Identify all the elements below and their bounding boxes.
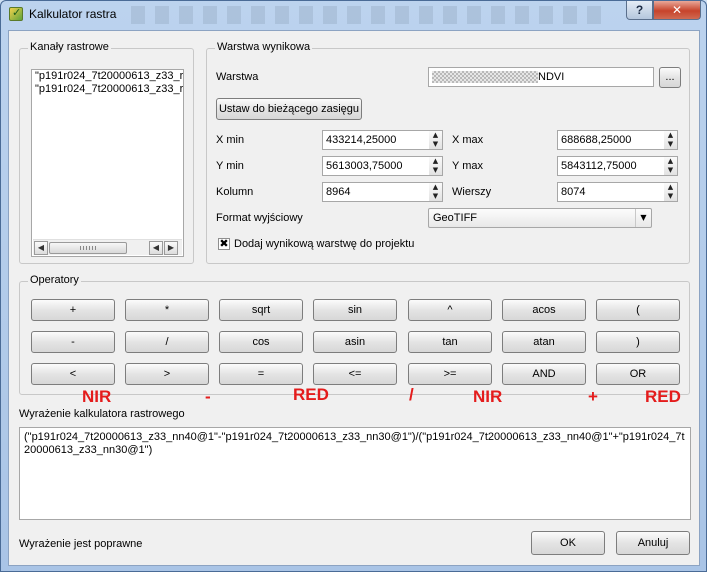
scroll-left-icon-2[interactable]: ◀: [149, 241, 163, 255]
add-to-project-label[interactable]: Dodaj wynikową warstwę do projektu: [234, 238, 414, 250]
columns-label: Kolumn: [216, 186, 254, 198]
op-less-button[interactable]: <: [31, 363, 115, 385]
window-title: Kalkulator rastra: [29, 7, 117, 21]
op-sqrt-button[interactable]: sqrt: [219, 299, 303, 321]
title-bar[interactable]: Kalkulator rastra ? ✕: [1, 1, 706, 29]
columns-arrows[interactable]: ▲ ▼: [429, 182, 443, 202]
op-or-button[interactable]: OR: [596, 363, 680, 385]
spin-up-icon[interactable]: ▲: [429, 183, 442, 192]
annotation-nir-2: NIR: [473, 387, 503, 406]
close-icon: ✕: [671, 3, 683, 17]
op-sin-button[interactable]: sin: [313, 299, 397, 321]
ymin-arrows[interactable]: ▲ ▼: [429, 156, 443, 176]
band-item-1[interactable]: "p191r024_7t20000613_z33_r: [32, 70, 183, 83]
add-to-project-checkbox[interactable]: ✖: [218, 238, 230, 250]
ymax-arrows[interactable]: ▲ ▼: [664, 156, 678, 176]
xmax-label: X max: [452, 134, 484, 146]
op-asin-button[interactable]: asin: [313, 331, 397, 353]
qgis-app-icon: [9, 6, 23, 21]
ymax-label: Y max: [452, 160, 483, 172]
ymax-value[interactable]: 5843112,75000: [557, 156, 665, 176]
ymin-value[interactable]: 5613003,75000: [322, 156, 430, 176]
spin-up-icon[interactable]: ▲: [664, 157, 677, 166]
help-button[interactable]: ?: [626, 1, 653, 20]
op-multiply-button[interactable]: *: [125, 299, 209, 321]
raster-bands-group: Kanały rastrowe "p191r024_7t20000613_z33…: [19, 41, 194, 264]
spin-down-icon[interactable]: ▼: [429, 140, 442, 149]
op-plus-button[interactable]: +: [31, 299, 115, 321]
annotation-nir-1: NIR: [82, 387, 112, 406]
output-layer-field[interactable]: NDVI: [428, 67, 654, 87]
spin-down-icon[interactable]: ▼: [664, 140, 677, 149]
help-icon: ?: [635, 3, 644, 17]
expression-label: Wyrażenie kalkulatora rastrowego: [19, 408, 185, 420]
scrollbar-thumb[interactable]: [49, 242, 127, 254]
spin-down-icon[interactable]: ▼: [664, 192, 677, 201]
expression-status: Wyrażenie jest poprawne: [19, 538, 143, 550]
output-layer-group: Warstwa wynikowa Warstwa NDVI ... Ustaw …: [206, 41, 690, 264]
annotation-plus: +: [588, 387, 598, 406]
spin-down-icon[interactable]: ▼: [429, 192, 442, 201]
dialog-body: Kanały rastrowe "p191r024_7t20000613_z33…: [8, 30, 700, 566]
ymin-label: Y min: [216, 160, 244, 172]
format-label: Format wyjściowy: [216, 212, 303, 224]
xmax-value[interactable]: 688688,25000: [557, 130, 665, 150]
cancel-button[interactable]: Anuluj: [616, 531, 690, 555]
output-layer-value: NDVI: [538, 71, 565, 83]
chevron-down-icon[interactable]: ▼: [635, 209, 651, 227]
annotation-minus: -: [205, 387, 211, 406]
close-button[interactable]: ✕: [653, 1, 701, 20]
op-divide-button[interactable]: /: [125, 331, 209, 353]
xmin-arrows[interactable]: ▲ ▼: [429, 130, 443, 150]
annotation-red-2: RED: [645, 387, 681, 406]
spin-up-icon[interactable]: ▲: [429, 131, 442, 140]
op-equal-button[interactable]: =: [219, 363, 303, 385]
annotation-divide: /: [409, 385, 414, 404]
output-layer-title: Warstwa wynikowa: [215, 41, 313, 53]
columns-value[interactable]: 8964: [322, 182, 430, 202]
op-and-button[interactable]: AND: [502, 363, 586, 385]
xmin-value[interactable]: 433214,25000: [322, 130, 430, 150]
op-open-paren-button[interactable]: (: [596, 299, 680, 321]
xmin-label: X min: [216, 134, 245, 146]
op-tan-button[interactable]: tan: [408, 331, 492, 353]
operators-group: Operatory + * sqrt sin ^ acos ( - / cos …: [19, 274, 690, 395]
op-less-equal-button[interactable]: <=: [313, 363, 397, 385]
scroll-left-icon[interactable]: ◀: [34, 241, 48, 255]
op-greater-equal-button[interactable]: >=: [408, 363, 492, 385]
output-format-value: GeoTIFF: [433, 212, 478, 224]
spin-up-icon[interactable]: ▲: [429, 157, 442, 166]
rows-arrows[interactable]: ▲ ▼: [664, 182, 678, 202]
spin-up-icon[interactable]: ▲: [664, 183, 677, 192]
expression-editor[interactable]: ("p191r024_7t20000613_z33_nn40@1"-"p191r…: [19, 427, 691, 520]
band-item-2[interactable]: "p191r024_7t20000613_z33_r: [32, 83, 183, 96]
scroll-right-icon[interactable]: ▶: [164, 241, 178, 255]
bands-horizontal-scrollbar[interactable]: ◀ ◀ ▶: [33, 239, 182, 255]
ok-button[interactable]: OK: [531, 531, 605, 555]
operators-title: Operatory: [28, 274, 81, 286]
op-power-button[interactable]: ^: [408, 299, 492, 321]
raster-bands-title: Kanały rastrowe: [28, 41, 111, 53]
browse-button[interactable]: ...: [659, 67, 681, 88]
op-close-paren-button[interactable]: ): [596, 331, 680, 353]
layer-label: Warstwa: [216, 71, 259, 83]
background-toolbar-ghost: [131, 6, 611, 24]
rows-value[interactable]: 8074: [557, 182, 665, 202]
raster-bands-list[interactable]: "p191r024_7t20000613_z33_r "p191r024_7t2…: [31, 69, 184, 257]
op-minus-button[interactable]: -: [31, 331, 115, 353]
rows-label: Wierszy: [452, 186, 492, 198]
op-cos-button[interactable]: cos: [219, 331, 303, 353]
xmax-arrows[interactable]: ▲ ▼: [664, 130, 678, 150]
op-acos-button[interactable]: acos: [502, 299, 586, 321]
raster-calculator-window: Kalkulator rastra ? ✕ Kanały rastrowe "p…: [0, 0, 707, 572]
spin-down-icon[interactable]: ▼: [664, 166, 677, 175]
output-format-select[interactable]: GeoTIFF ▼: [428, 208, 652, 228]
set-current-extent-button[interactable]: Ustaw do bieżącego zasięgu: [216, 98, 362, 120]
spin-up-icon[interactable]: ▲: [664, 131, 677, 140]
redacted-path: [432, 71, 538, 84]
spin-down-icon[interactable]: ▼: [429, 166, 442, 175]
annotation-red-1: RED: [293, 385, 329, 404]
op-atan-button[interactable]: atan: [502, 331, 586, 353]
op-greater-button[interactable]: >: [125, 363, 209, 385]
